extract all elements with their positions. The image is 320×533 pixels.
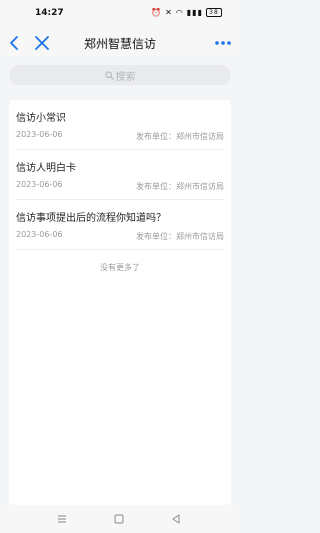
item-date: 2023-06-06 bbox=[16, 180, 63, 189]
search-icon bbox=[105, 71, 114, 80]
system-nav-bar bbox=[0, 505, 240, 533]
search-bar-container: 搜索 bbox=[0, 62, 240, 90]
page-title: 郑州智慧信访 bbox=[83, 37, 156, 51]
item-date: 2023-06-06 bbox=[16, 230, 63, 239]
more-dots-icon[interactable] bbox=[214, 34, 232, 52]
item-title: 信访事项提出后的流程你知道吗？ bbox=[16, 213, 166, 224]
top-nav-bar: 郑州智慧信访 bbox=[0, 30, 240, 56]
article-list-card: 信访小常识 2023-06-06 发布单位：郑州市信访局 信访人明白卡 2023… bbox=[9, 100, 231, 505]
search-input[interactable]: 搜索 bbox=[9, 65, 231, 85]
menu-icon[interactable] bbox=[55, 512, 69, 526]
list-item[interactable]: 信访事项提出后的流程你知道吗？ 2023-06-06 发布单位：郑州市信访局 bbox=[16, 200, 224, 250]
item-title: 信访人明白卡 bbox=[16, 163, 76, 174]
no-more-text: 没有更多了 bbox=[100, 263, 140, 272]
list-item[interactable]: 信访小常识 2023-06-06 发布单位：郑州市信访局 bbox=[16, 100, 224, 150]
item-publisher: 发布单位：郑州市信访局 bbox=[136, 182, 224, 191]
search-placeholder: 搜索 bbox=[115, 71, 136, 83]
list-item[interactable]: 信访人明白卡 2023-06-06 发布单位：郑州市信访局 bbox=[16, 150, 224, 200]
status-bar: 14:27 ⏰ ✕ ◠ ▮▮▮ 38 bbox=[0, 0, 240, 30]
back-triangle-icon[interactable] bbox=[169, 512, 183, 526]
item-publisher: 发布单位：郑州市信访局 bbox=[136, 232, 224, 241]
alarm-icon: ⏰ bbox=[151, 8, 163, 17]
wifi-icon: ◠ bbox=[175, 8, 184, 17]
battery-icon: 38 bbox=[206, 8, 222, 17]
item-publisher: 发布单位：郑州市信访局 bbox=[136, 132, 224, 141]
home-icon[interactable] bbox=[112, 512, 126, 526]
status-time: 14:27 bbox=[35, 8, 64, 18]
item-date: 2023-06-06 bbox=[16, 130, 63, 139]
battery-level: 38 bbox=[209, 9, 219, 16]
item-title: 信访小常识 bbox=[16, 113, 66, 124]
status-icons: ⏰ ✕ ◠ ▮▮▮ 38 bbox=[151, 8, 222, 17]
signal-icon: ▮▮▮ bbox=[186, 8, 203, 17]
mute-icon: ✕ bbox=[165, 8, 173, 17]
